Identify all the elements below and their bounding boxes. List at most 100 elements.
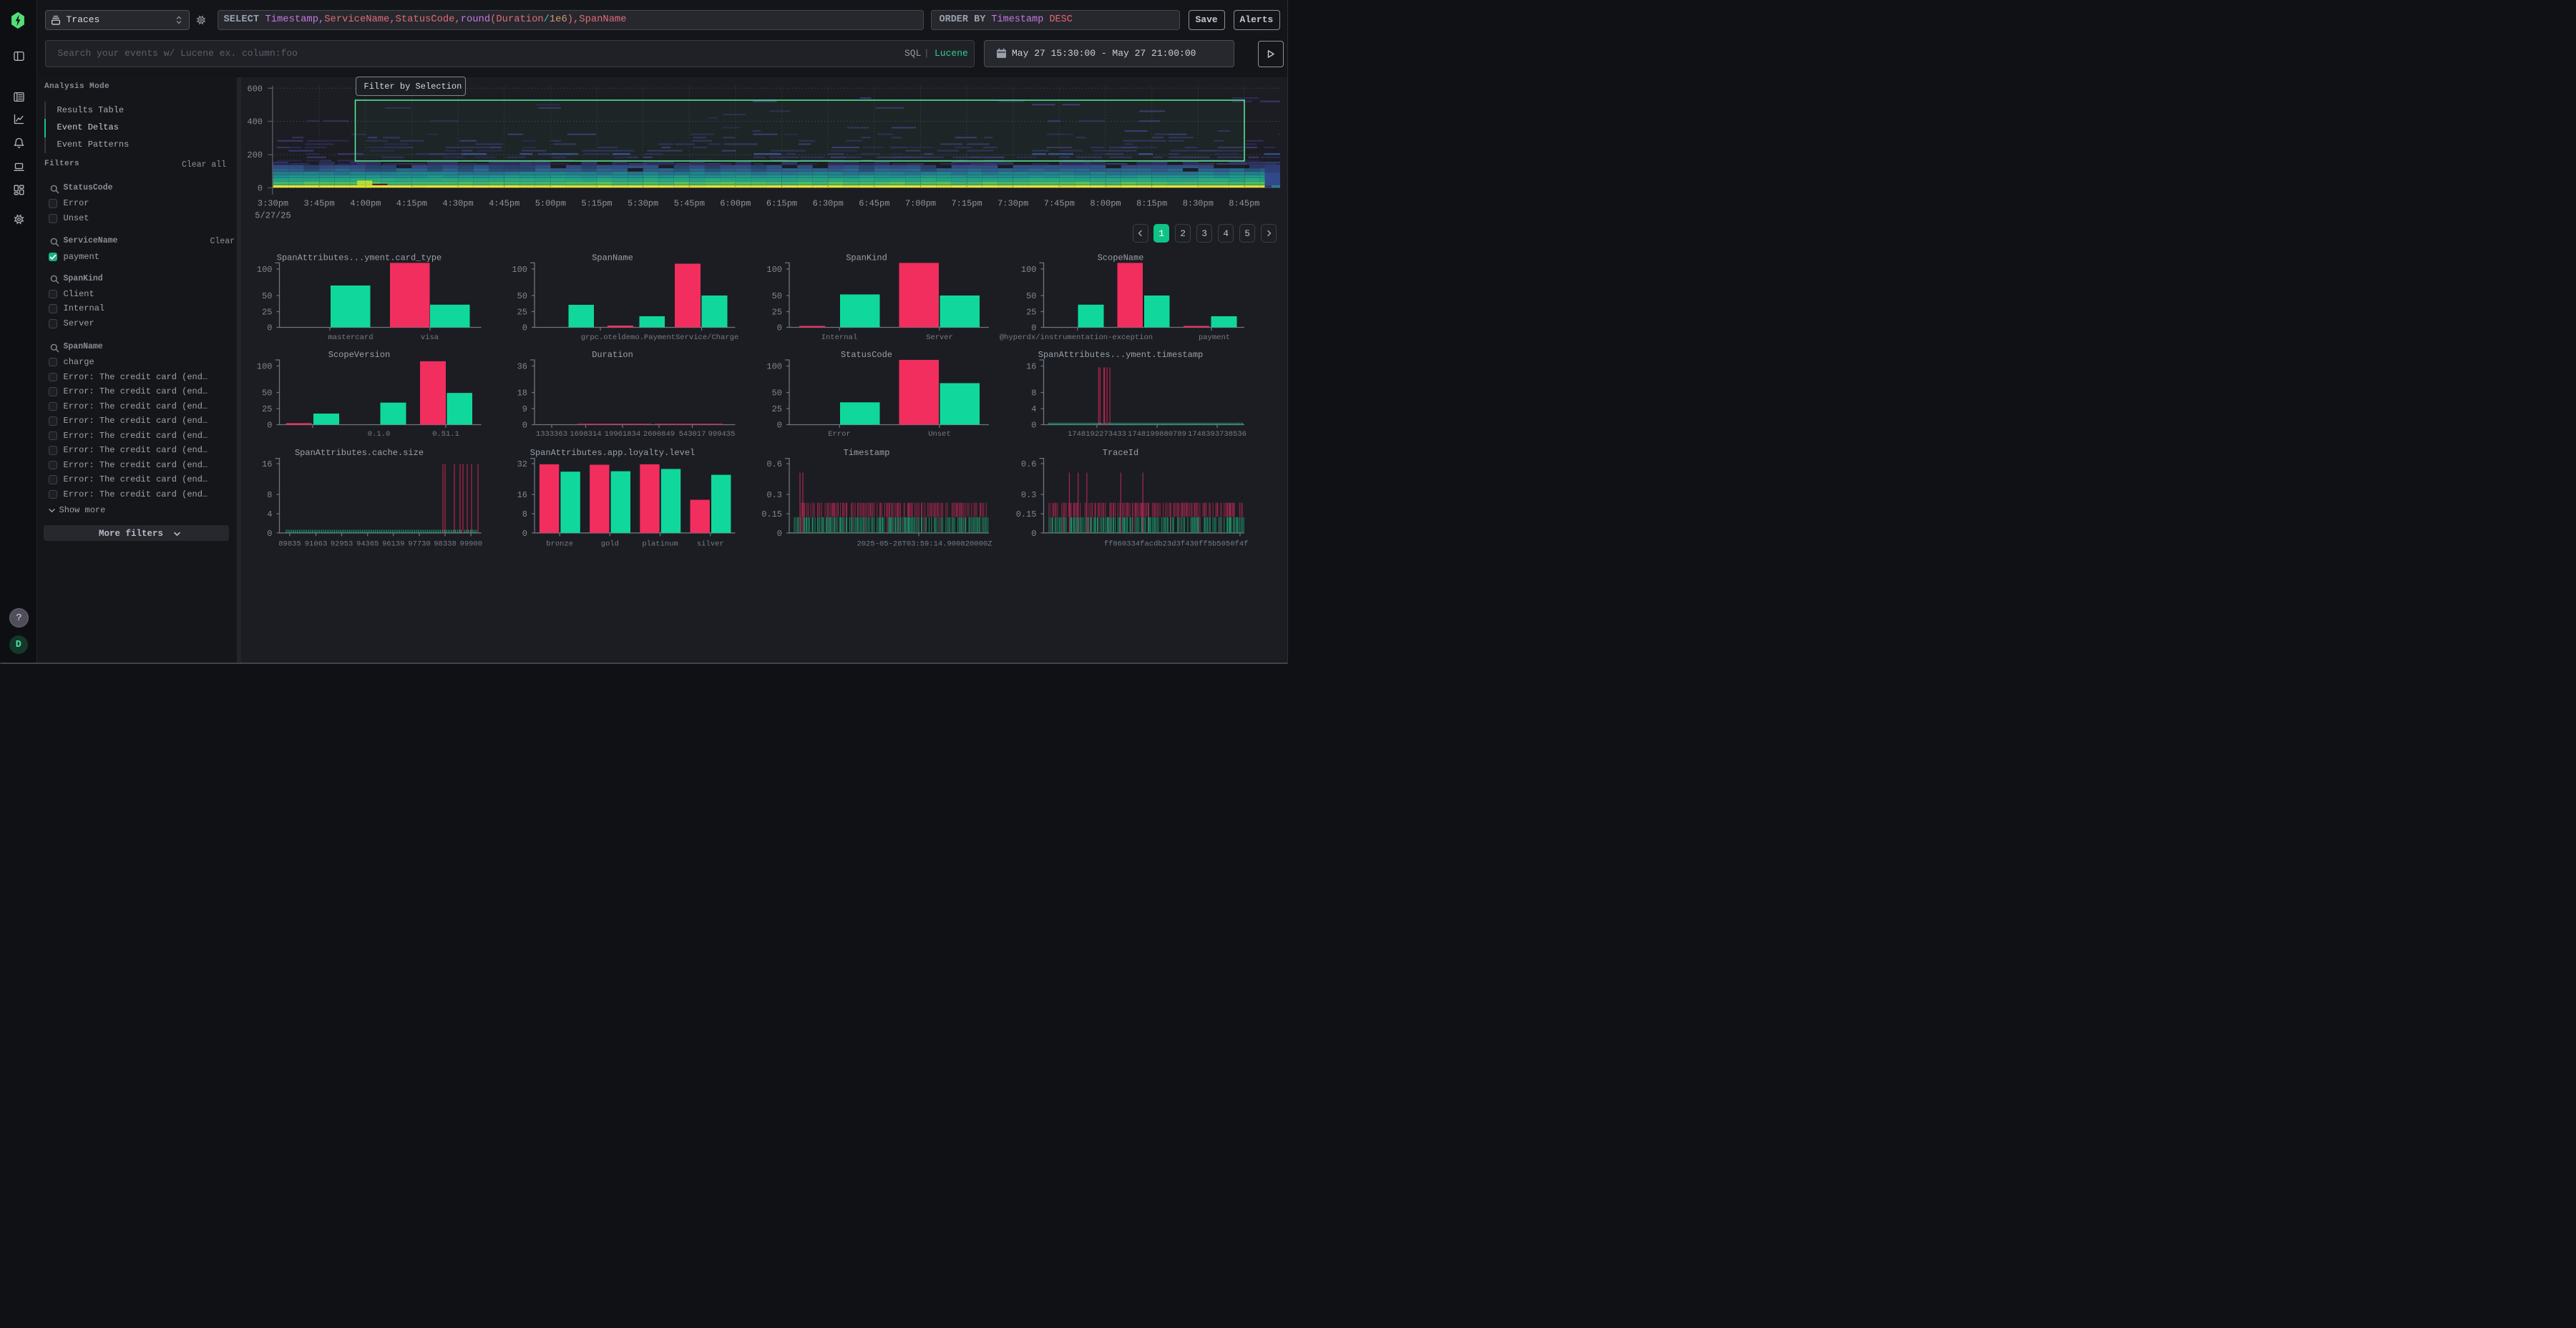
svg-text:50: 50 xyxy=(1026,291,1036,301)
svg-text:2600849: 2600849 xyxy=(643,430,675,439)
svg-text:4: 4 xyxy=(1031,404,1036,414)
svg-text:SpanAttributes...yment.timesta: SpanAttributes...yment.timestamp xyxy=(1038,350,1203,360)
svg-text:3:30pm: 3:30pm xyxy=(258,199,288,209)
svg-text:1333363: 1333363 xyxy=(536,430,567,439)
svg-text:0.3: 0.3 xyxy=(1021,490,1037,500)
svg-text:50: 50 xyxy=(517,291,527,301)
svg-text:0.51.1: 0.51.1 xyxy=(432,430,459,439)
svg-text:7:30pm: 7:30pm xyxy=(997,199,1028,209)
svg-text:543017: 543017 xyxy=(679,430,706,439)
svg-text:0: 0 xyxy=(522,421,527,431)
svg-text:100: 100 xyxy=(512,265,527,275)
svg-text:Timestamp: Timestamp xyxy=(844,448,890,458)
svg-text:25: 25 xyxy=(772,404,782,414)
svg-text:0: 0 xyxy=(267,421,272,431)
svg-text:100: 100 xyxy=(766,362,782,372)
svg-text:200: 200 xyxy=(247,150,263,160)
svg-text:0: 0 xyxy=(1031,529,1036,539)
svg-text:97730: 97730 xyxy=(408,540,431,549)
svg-text:16: 16 xyxy=(262,459,272,469)
svg-text:100: 100 xyxy=(257,265,273,275)
svg-text:5:45pm: 5:45pm xyxy=(674,199,705,209)
svg-text:7:15pm: 7:15pm xyxy=(951,199,982,209)
svg-text:bronze: bronze xyxy=(546,540,573,549)
svg-text:5:00pm: 5:00pm xyxy=(535,199,566,209)
svg-text:0: 0 xyxy=(777,421,782,431)
svg-text:100: 100 xyxy=(766,265,782,275)
svg-text:0: 0 xyxy=(267,529,272,539)
svg-text:3:45pm: 3:45pm xyxy=(303,199,334,209)
svg-text:0.15: 0.15 xyxy=(1016,509,1037,519)
svg-text:8: 8 xyxy=(267,490,272,500)
svg-text:100: 100 xyxy=(257,362,273,372)
svg-text:5:15pm: 5:15pm xyxy=(581,199,612,209)
svg-text:0: 0 xyxy=(777,323,782,333)
svg-text:16: 16 xyxy=(1026,362,1036,372)
svg-text:400: 400 xyxy=(247,117,263,127)
svg-text:89835: 89835 xyxy=(278,540,301,549)
svg-text:Unset: Unset xyxy=(928,430,951,439)
svg-text:9: 9 xyxy=(522,404,527,414)
svg-text:StatusCode: StatusCode xyxy=(841,350,892,360)
svg-text:98338: 98338 xyxy=(434,540,457,549)
svg-text:SpanAttributes.app.loyalty.lev: SpanAttributes.app.loyalty.level xyxy=(530,448,695,458)
svg-text:6:45pm: 6:45pm xyxy=(859,199,889,209)
svg-text:1748199880789: 1748199880789 xyxy=(1128,430,1186,439)
svg-text:0: 0 xyxy=(258,184,263,194)
svg-text:6:15pm: 6:15pm xyxy=(766,199,797,209)
svg-text:92953: 92953 xyxy=(331,540,353,549)
svg-text:25: 25 xyxy=(517,308,527,318)
svg-text:36: 36 xyxy=(517,362,527,372)
svg-text:99900: 99900 xyxy=(460,540,483,549)
svg-text:2025-05-28T03:59:14.900820000Z: 2025-05-28T03:59:14.900820000Z xyxy=(857,540,992,549)
svg-text:32: 32 xyxy=(517,459,527,469)
svg-text:0: 0 xyxy=(522,323,527,333)
svg-text:SpanKind: SpanKind xyxy=(846,253,887,263)
svg-text:25: 25 xyxy=(262,308,272,318)
svg-text:999435: 999435 xyxy=(708,430,736,439)
svg-text:4: 4 xyxy=(267,509,272,519)
svg-text:50: 50 xyxy=(772,291,782,301)
svg-text:0.1.0: 0.1.0 xyxy=(368,430,391,439)
svg-text:91063: 91063 xyxy=(305,540,328,549)
svg-text:25: 25 xyxy=(262,404,272,414)
svg-text:8:15pm: 8:15pm xyxy=(1136,199,1167,209)
svg-text:25: 25 xyxy=(772,308,782,318)
svg-text:4:30pm: 4:30pm xyxy=(442,199,473,209)
svg-text:8: 8 xyxy=(522,509,527,519)
svg-text:4:45pm: 4:45pm xyxy=(489,199,519,209)
svg-text:16: 16 xyxy=(517,490,527,500)
svg-text:19961834: 19961834 xyxy=(605,430,640,439)
svg-text:payment: payment xyxy=(1199,333,1230,342)
svg-text:ScopeVersion: ScopeVersion xyxy=(328,350,390,360)
svg-text:6:00pm: 6:00pm xyxy=(720,199,751,209)
svg-text:8: 8 xyxy=(1031,389,1036,399)
svg-text:ScopeName: ScopeName xyxy=(1098,253,1144,263)
svg-text:5:30pm: 5:30pm xyxy=(628,199,658,209)
svg-text:50: 50 xyxy=(262,291,272,301)
svg-text:SpanName: SpanName xyxy=(592,253,633,263)
svg-text:0: 0 xyxy=(1031,421,1036,431)
svg-text:5/27/25: 5/27/25 xyxy=(255,211,291,221)
svg-text:mastercard: mastercard xyxy=(328,333,373,342)
svg-text:8:00pm: 8:00pm xyxy=(1090,199,1121,209)
svg-text:8:45pm: 8:45pm xyxy=(1229,199,1259,209)
svg-text:94365: 94365 xyxy=(356,540,379,549)
svg-text:96139: 96139 xyxy=(382,540,405,549)
svg-text:100: 100 xyxy=(1021,265,1037,275)
svg-text:Duration: Duration xyxy=(592,350,633,360)
svg-text:Server: Server xyxy=(926,333,953,342)
svg-text:600: 600 xyxy=(247,84,263,94)
svg-text:8:30pm: 8:30pm xyxy=(1183,199,1214,209)
svg-text:SpanAttributes...yment.card_ty: SpanAttributes...yment.card_type xyxy=(277,253,441,263)
svg-text:18: 18 xyxy=(517,389,527,399)
svg-text:Internal: Internal xyxy=(821,333,857,342)
svg-text:0.6: 0.6 xyxy=(766,459,782,469)
svg-text:0: 0 xyxy=(522,529,527,539)
svg-text:0: 0 xyxy=(1031,323,1036,333)
svg-text:@hyperdx/instrumentation-excep: @hyperdx/instrumentation-exception xyxy=(1000,333,1153,342)
svg-text:50: 50 xyxy=(262,389,272,399)
svg-text:4:00pm: 4:00pm xyxy=(350,199,381,209)
svg-text:0.6: 0.6 xyxy=(1021,459,1037,469)
svg-text:silver: silver xyxy=(697,540,724,549)
